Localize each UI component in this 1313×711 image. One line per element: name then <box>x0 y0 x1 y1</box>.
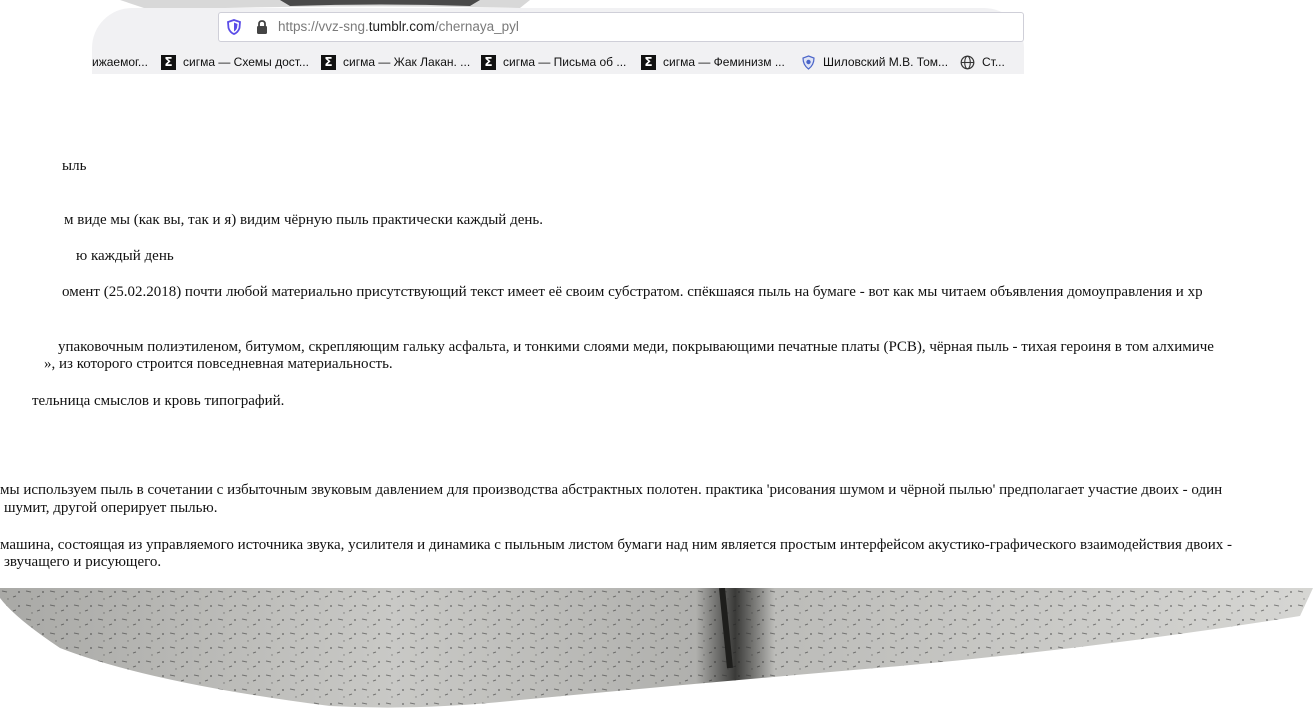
text-line: машина, состоящая из управляемого источн… <box>0 537 1232 553</box>
sigma-icon: Σ <box>321 54 336 70</box>
sigma-icon: Σ <box>161 54 176 70</box>
text-line: омент (25.02.2018) почти любой материаль… <box>62 284 1203 300</box>
bookmark-item[interactable]: Шиловский М.В. Том... <box>801 53 948 71</box>
url-path: /chernaya_pyl <box>434 19 519 34</box>
sigma-icon: Σ <box>641 54 656 70</box>
bookmark-label: сигма — Письма об ... <box>503 55 627 69</box>
bookmark-item[interactable]: ижаемог... <box>92 53 148 71</box>
text-line: шумит, другой оперирует пылью. <box>4 500 218 516</box>
bookmark-label: ижаемог... <box>92 55 148 69</box>
bookmark-label: сигма — Жак Лакан. ... <box>343 55 471 69</box>
bookmark-label: сигма — Схемы дост... <box>183 55 309 69</box>
bookmark-item[interactable]: Σ сигма — Письма об ... <box>481 53 626 71</box>
globe-icon <box>960 55 975 69</box>
bookmark-label: Шиловский М.В. Том... <box>823 55 949 69</box>
url-text[interactable]: https://vvz-sng.tumblr.com/chernaya_pyl <box>278 19 519 34</box>
text-line: звучащего и рисующего. <box>4 554 162 570</box>
dusty-paper-photo <box>0 588 1313 708</box>
text-line: мы используем пыль в сочетании с избыточ… <box>0 482 1223 498</box>
url-host: tumblr.com <box>368 19 435 34</box>
bookmark-item[interactable]: Ст... <box>960 53 1005 71</box>
tracking-protection-shield-icon[interactable] <box>227 19 241 35</box>
lock-icon[interactable] <box>255 19 269 35</box>
shield-icon <box>802 54 815 70</box>
text-line: упаковочным полиэтиленом, битумом, скреп… <box>58 339 1214 355</box>
text-line: тельница смыслов и кровь типографий. <box>32 393 285 409</box>
url-prefix: https://vvz-sng. <box>278 19 369 34</box>
text-line: ю каждый день <box>76 248 174 264</box>
text-line: », из которого строится повседневная мат… <box>44 356 393 372</box>
heading-fragment: ыль <box>62 158 87 174</box>
address-bar[interactable]: https://vvz-sng.tumblr.com/chernaya_pyl <box>218 12 1024 42</box>
bookmarks-toolbar: ижаемог... Σ сигма — Схемы дост... Σ сиг… <box>92 50 1024 74</box>
bookmark-label: Ст... <box>982 55 1005 69</box>
bookmark-label: сигма — Феминизм ... <box>663 55 785 69</box>
text-line: м виде мы (как вы, так и я) видим чёрную… <box>64 212 543 228</box>
bookmark-item[interactable]: Σ сигма — Схемы дост... <box>161 53 309 71</box>
sigma-icon: Σ <box>481 54 496 70</box>
bookmark-item[interactable]: Σ сигма — Жак Лакан. ... <box>321 53 470 71</box>
bookmark-item[interactable]: Σ сигма — Феминизм ... <box>641 53 785 71</box>
